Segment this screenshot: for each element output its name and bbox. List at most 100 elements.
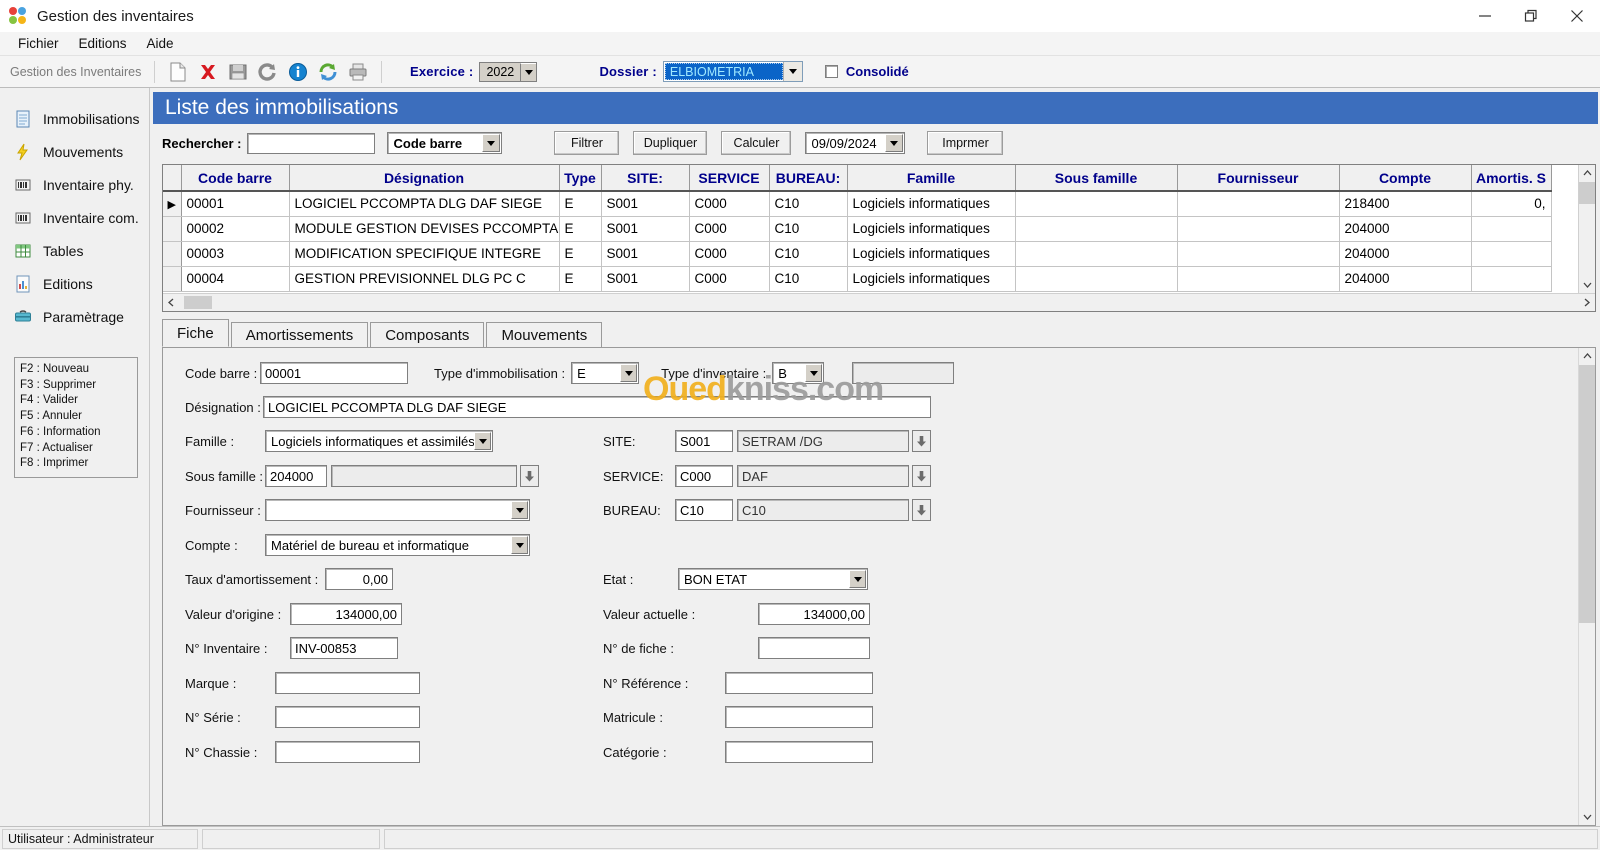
scroll-down-icon[interactable] xyxy=(1579,276,1595,293)
service-name-input[interactable]: DAF xyxy=(737,465,909,487)
chevron-down-icon[interactable] xyxy=(849,570,866,588)
search-input[interactable] xyxy=(247,132,376,154)
grid-horizontal-scrollbar[interactable] xyxy=(163,293,1595,311)
hscroll-thumb[interactable] xyxy=(184,296,212,309)
num-chassie-input[interactable] xyxy=(275,741,420,763)
chevron-down-icon[interactable] xyxy=(620,364,638,382)
grid-col-fournisseur[interactable]: Fournisseur xyxy=(1177,165,1340,192)
grid-col-service[interactable]: SERVICE xyxy=(689,165,770,192)
bureau-name-input[interactable]: C10 xyxy=(737,499,909,521)
minimize-icon[interactable] xyxy=(1462,0,1508,32)
valeur-actuelle-input[interactable]: 134000,00 xyxy=(758,603,870,625)
famille-select[interactable]: Logiciels informatiques et assimilés , xyxy=(265,430,493,452)
print-icon[interactable] xyxy=(347,61,369,83)
close-icon[interactable] xyxy=(1554,0,1600,32)
extra-input[interactable] xyxy=(852,362,955,384)
sidebar-item-immobilisations[interactable]: Immobilisations xyxy=(0,102,149,135)
grid-col-bureau[interactable]: BUREAU: xyxy=(769,165,848,192)
sous-famille-name-input[interactable] xyxy=(331,465,517,487)
filtrer-button[interactable]: Filtrer xyxy=(554,131,620,155)
chevron-down-icon[interactable] xyxy=(520,62,537,81)
row-selector[interactable] xyxy=(163,266,182,292)
dossier-select[interactable]: ELBIOMETRIA xyxy=(662,61,803,82)
tab-fiche[interactable]: Fiche xyxy=(162,319,229,347)
form-vertical-scrollbar[interactable] xyxy=(1578,348,1595,825)
sidebar-item-inventaire-phy[interactable]: Inventaire phy. xyxy=(0,168,149,201)
num-fiche-input[interactable] xyxy=(758,637,870,659)
bureau-code-input[interactable]: C10 xyxy=(675,499,733,521)
chevron-down-icon[interactable] xyxy=(482,134,501,152)
imprimer-button[interactable]: Imprmer xyxy=(927,131,1004,155)
row-selector[interactable]: ▶ xyxy=(163,191,182,217)
menu-fichier[interactable]: Fichier xyxy=(8,34,69,53)
tab-amortissements[interactable]: Amortissements xyxy=(230,322,369,347)
tab-composants[interactable]: Composants xyxy=(370,322,485,347)
fournisseur-select[interactable] xyxy=(265,499,530,521)
refresh-icon[interactable] xyxy=(317,61,339,83)
etat-select[interactable]: BON ETAT xyxy=(678,568,868,590)
grid-col-compte[interactable]: Compte xyxy=(1339,165,1472,192)
num-inventaire-input[interactable]: INV-00853 xyxy=(290,637,398,659)
compte-select[interactable]: Matériel de bureau et informatique xyxy=(265,534,530,556)
table-row[interactable]: 00004 GESTION PREVISIONNEL DLG PC C E S0… xyxy=(163,266,1552,292)
type-inventaire-select[interactable]: B xyxy=(772,362,825,384)
scroll-left-icon[interactable] xyxy=(163,294,180,311)
site-lookup-button[interactable] xyxy=(912,430,931,452)
service-code-input[interactable]: C000 xyxy=(675,465,733,487)
grid-col-code-barre[interactable]: Code barre xyxy=(181,165,290,192)
matricule-input[interactable] xyxy=(725,706,873,728)
scroll-up-icon[interactable] xyxy=(1579,348,1595,365)
sidebar-item-tables[interactable]: Tables xyxy=(0,234,149,267)
marque-input[interactable] xyxy=(275,672,420,694)
chevron-down-icon[interactable] xyxy=(474,432,491,450)
num-serie-input[interactable] xyxy=(275,706,420,728)
search-field-select[interactable]: Code barre xyxy=(387,132,503,154)
info-icon[interactable] xyxy=(287,61,309,83)
valeur-origine-input[interactable]: 134000,00 xyxy=(290,603,402,625)
chevron-down-icon[interactable] xyxy=(805,364,823,382)
sidebar-item-mouvements[interactable]: Mouvements xyxy=(0,135,149,168)
chevron-down-icon[interactable] xyxy=(782,62,802,81)
num-reference-input[interactable] xyxy=(725,672,873,694)
code-barre-input[interactable]: 00001 xyxy=(260,362,408,384)
chevron-down-icon[interactable] xyxy=(511,536,528,554)
grid-col-amortis[interactable]: Amortis. S xyxy=(1471,165,1552,192)
exercice-select[interactable]: 2022 xyxy=(479,61,538,82)
consolide-checkbox[interactable] xyxy=(824,65,838,78)
table-row[interactable]: 00002 MODULE GESTION DEVISES PCCOMPTA E … xyxy=(163,216,1552,242)
save-icon[interactable] xyxy=(227,61,249,83)
row-selector[interactable] xyxy=(163,241,182,267)
sous-famille-lookup-button[interactable] xyxy=(520,465,539,487)
grid-col-designation[interactable]: Désignation xyxy=(289,165,560,192)
scroll-track[interactable] xyxy=(1579,623,1595,808)
service-lookup-button[interactable] xyxy=(912,465,931,487)
delete-icon[interactable] xyxy=(197,61,219,83)
calculer-button[interactable]: Calculer xyxy=(721,131,792,155)
grid-col-site[interactable]: SITE: xyxy=(601,165,690,192)
table-row[interactable]: ▶ 00001 LOGICIEL PCCOMPTA DLG DAF SIEGE … xyxy=(163,191,1552,217)
scroll-track[interactable] xyxy=(1579,204,1595,276)
grid-col-famille[interactable]: Famille xyxy=(847,165,1016,192)
row-selector[interactable] xyxy=(163,216,182,242)
scroll-up-icon[interactable] xyxy=(1579,165,1595,182)
grid-vertical-scrollbar[interactable] xyxy=(1578,165,1595,293)
sidebar-item-inventaire-com[interactable]: Inventaire com. xyxy=(0,201,149,234)
scroll-right-icon[interactable] xyxy=(1578,294,1595,311)
sidebar-item-editions[interactable]: Editions xyxy=(0,267,149,300)
sous-famille-code-input[interactable]: 204000 xyxy=(265,465,327,487)
sidebar-item-parametrage[interactable]: Paramètrage xyxy=(0,300,149,333)
tab-mouvements[interactable]: Mouvements xyxy=(486,322,603,347)
restore-icon[interactable] xyxy=(1508,0,1554,32)
site-code-input[interactable]: S001 xyxy=(675,430,733,452)
dupliquer-button[interactable]: Dupliquer xyxy=(633,131,708,155)
new-document-icon[interactable] xyxy=(167,61,189,83)
scroll-thumb[interactable] xyxy=(1579,182,1595,204)
categorie-input[interactable] xyxy=(725,741,873,763)
grid-col-sous-famille[interactable]: Sous famille xyxy=(1015,165,1178,192)
table-row[interactable]: 00003 MODIFICATION SPECIFIQUE INTEGRE E … xyxy=(163,241,1552,267)
grid-col-type[interactable]: Type xyxy=(559,165,602,192)
chevron-down-icon[interactable] xyxy=(885,134,904,152)
menu-editions[interactable]: Editions xyxy=(69,34,137,53)
bureau-lookup-button[interactable] xyxy=(912,499,931,521)
undo-icon[interactable] xyxy=(257,61,279,83)
